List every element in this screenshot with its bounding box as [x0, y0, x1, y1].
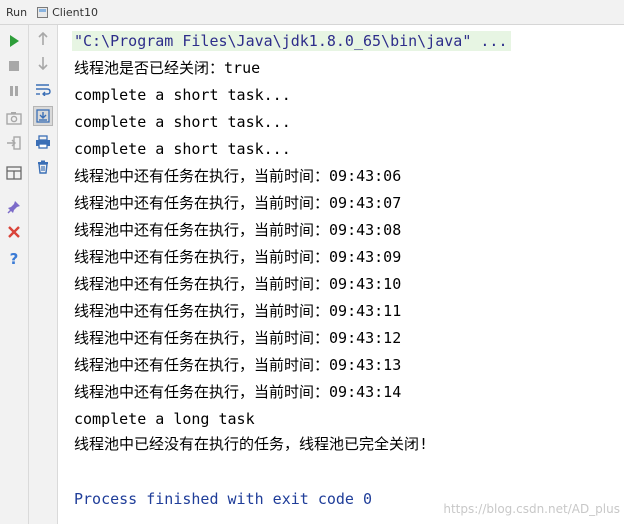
down-arrow-icon	[38, 57, 48, 70]
console-line: 线程池中还有任务在执行，当前时间：09:43:06	[74, 167, 402, 185]
console-line: 线程池中还有任务在执行，当前时间：09:43:08	[74, 221, 402, 239]
dump-threads-button[interactable]	[4, 108, 24, 128]
svg-text:?: ?	[10, 250, 19, 266]
run-config-label[interactable]: Client10	[52, 6, 98, 19]
run-toolbar-primary: ?	[0, 25, 29, 524]
next-occurrence-button[interactable]	[33, 53, 53, 73]
restore-layout-button[interactable]	[4, 163, 24, 183]
up-arrow-icon	[38, 32, 48, 45]
scroll-to-end-button[interactable]	[33, 106, 53, 126]
camera-icon	[6, 112, 22, 125]
close-button[interactable]	[4, 222, 24, 242]
layout-icon	[6, 166, 22, 180]
stop-icon	[9, 61, 19, 71]
console-line: complete a short task...	[74, 113, 291, 131]
clear-all-button[interactable]	[33, 157, 53, 177]
run-tool-window: Run Client10 ? "C:\Program Files\Java\jd…	[0, 0, 624, 524]
soft-wrap-icon	[36, 84, 51, 96]
exit-button[interactable]	[4, 133, 24, 153]
console-line: 线程池中还有任务在执行，当前时间：09:43:14	[74, 383, 402, 401]
console-line: complete a short task...	[74, 86, 291, 104]
soft-wrap-button[interactable]	[33, 79, 53, 99]
console-line: complete a short task...	[74, 140, 291, 158]
console-line: 线程池中还有任务在执行，当前时间：09:43:11	[74, 302, 402, 320]
console-output[interactable]: "C:\Program Files\Java\jdk1.8.0_65\bin\j…	[60, 25, 624, 524]
pin-tab-button[interactable]	[4, 197, 24, 217]
console-line: 线程池中还有任务在执行，当前时间：09:43:09	[74, 248, 402, 266]
watermark: https://blog.csdn.net/AD_plus	[443, 502, 620, 516]
exit-icon	[7, 136, 21, 150]
previous-occurrence-button[interactable]	[33, 29, 53, 49]
console-line: 线程池中还有任务在执行，当前时间：09:43:07	[74, 194, 402, 212]
rerun-button[interactable]	[4, 31, 24, 51]
console-line: complete a long task	[74, 410, 255, 428]
pin-icon	[7, 201, 20, 214]
help-button[interactable]: ?	[4, 248, 24, 268]
console-line: 线程池中已经没有在执行的任务，线程池已完全关闭!	[74, 435, 429, 453]
console-line: 线程池中还有任务在执行，当前时间：09:43:10	[74, 275, 402, 293]
trash-icon	[38, 160, 48, 174]
pause-button[interactable]	[4, 81, 24, 101]
print-button[interactable]	[33, 132, 53, 152]
rerun-icon	[10, 35, 19, 47]
run-tab-label[interactable]: Run	[6, 6, 27, 19]
application-config-icon	[37, 6, 49, 18]
process-finished-line: Process finished with exit code 0	[74, 490, 373, 508]
help-icon: ?	[10, 250, 19, 266]
console-line: 线程池是否已经关闭：true	[74, 59, 261, 77]
run-toolbar-secondary	[29, 25, 58, 524]
scroll-to-end-icon	[36, 109, 50, 123]
print-icon	[36, 135, 50, 149]
pause-icon	[10, 86, 18, 96]
close-icon	[8, 226, 20, 238]
run-titlebar: Run Client10	[0, 0, 624, 25]
command-line[interactable]: "C:\Program Files\Java\jdk1.8.0_65\bin\j…	[72, 31, 512, 51]
console-line: 线程池中还有任务在执行，当前时间：09:43:13	[74, 356, 402, 374]
console-line: 线程池中还有任务在执行，当前时间：09:43:12	[74, 329, 402, 347]
stop-button[interactable]	[4, 56, 24, 76]
